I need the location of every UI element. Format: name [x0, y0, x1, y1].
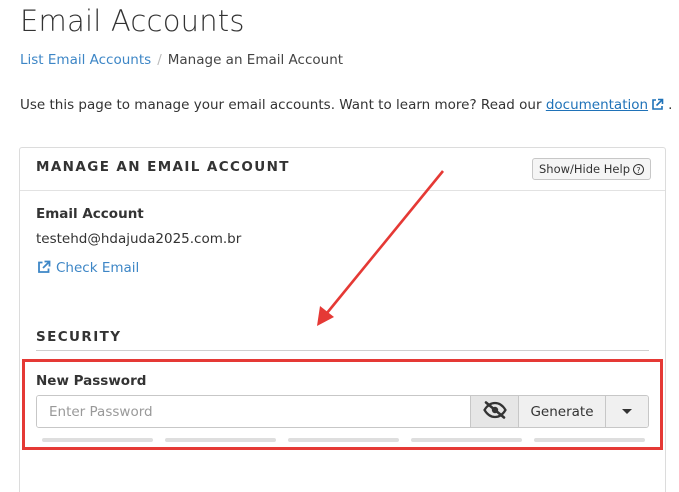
page-title: Email Accounts — [20, 4, 245, 38]
check-email-link[interactable]: Check Email — [37, 260, 139, 278]
password-strength-meter — [42, 438, 645, 442]
section-divider — [36, 350, 649, 351]
show-hide-help-button[interactable]: Show/Hide Help? — [532, 158, 651, 180]
strength-segment — [534, 438, 645, 442]
breadcrumb-separator: / — [157, 52, 162, 68]
password-input[interactable] — [37, 396, 470, 427]
breadcrumb-current: Manage an Email Account — [167, 52, 344, 68]
strength-segment — [165, 438, 276, 442]
external-link-icon — [651, 98, 664, 115]
documentation-link-label: documentation — [545, 97, 649, 113]
check-email-label: Check Email — [56, 260, 140, 276]
breadcrumb-list-email-accounts[interactable]: List Email Accounts — [20, 52, 151, 68]
password-input-group: Generate — [36, 395, 649, 428]
documentation-link[interactable]: documentation — [546, 97, 664, 113]
panel-header: MANAGE AN EMAIL ACCOUNT Show/Hide Help? — [20, 148, 665, 191]
eye-slash-icon — [482, 400, 507, 423]
external-link-icon — [37, 260, 51, 278]
panel-heading: MANAGE AN EMAIL ACCOUNT — [36, 159, 290, 175]
manage-account-panel: MANAGE AN EMAIL ACCOUNT Show/Hide Help? … — [19, 147, 666, 492]
email-account-label: Email Account — [36, 206, 144, 222]
generate-password-button[interactable]: Generate — [518, 396, 605, 427]
strength-segment — [411, 438, 522, 442]
breadcrumb: List Email Accounts / Manage an Email Acco… — [20, 52, 343, 68]
intro-sentence: Use this page to manage your email accou… — [20, 97, 546, 113]
security-section-title: SECURITY — [36, 329, 122, 345]
toggle-password-visibility-button[interactable] — [470, 396, 518, 427]
intro-text: Use this page to manage your email accou… — [20, 97, 672, 115]
page: Email Accounts List Email Accounts / Manag… — [0, 0, 679, 492]
new-password-label: New Password — [36, 373, 147, 389]
strength-segment — [42, 438, 153, 442]
help-button-label: Show/Hide Help — [539, 162, 630, 176]
caret-down-icon — [622, 409, 632, 414]
email-account-value: testehd@hdajuda2025.com.br — [36, 231, 242, 247]
strength-segment — [288, 438, 399, 442]
intro-suffix: . — [668, 97, 673, 113]
question-circle-icon: ? — [633, 164, 644, 175]
generator-options-dropdown[interactable] — [605, 396, 648, 427]
